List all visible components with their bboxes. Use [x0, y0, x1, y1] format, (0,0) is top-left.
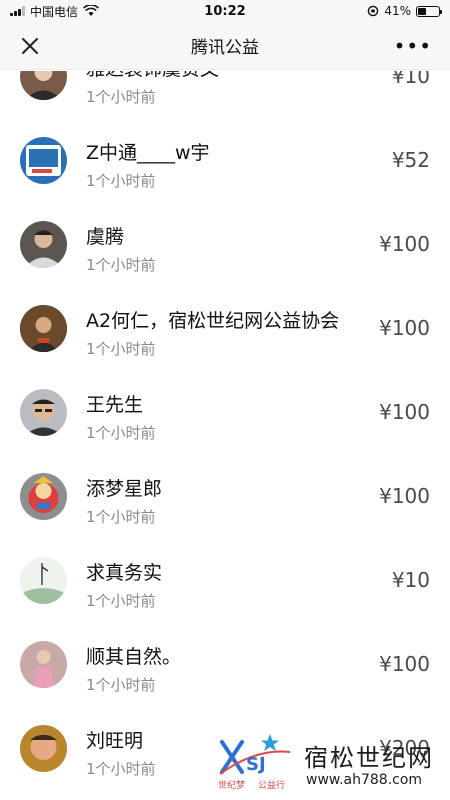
- donor-name: 顺其自然。: [86, 646, 182, 668]
- donor-name: 求真务实: [86, 562, 163, 584]
- donor-row[interactable]: 求真务实 1个小时前 ¥10: [0, 538, 450, 622]
- donor-row[interactable]: Z中通____w宇 1个小时前 ¥52: [0, 118, 450, 202]
- donation-time: 1个小时前: [86, 340, 156, 358]
- donor-row[interactable]: 添梦星郎 1个小时前 ¥100: [0, 454, 450, 538]
- nav-bar: 腾讯公益 •••: [0, 22, 450, 70]
- donation-amount: ¥100: [379, 316, 430, 340]
- battery-icon: [416, 5, 442, 17]
- avatar: [20, 473, 67, 520]
- signal-icon: [10, 6, 25, 16]
- donor-row[interactable]: A2何仁，宿松世纪网公益协会 1个小时前 ¥100: [0, 286, 450, 370]
- donation-amount: ¥100: [379, 400, 430, 424]
- avatar: [20, 71, 67, 100]
- donation-amount: ¥100: [379, 484, 430, 508]
- avatar: [20, 137, 67, 184]
- donation-amount: ¥100: [379, 652, 430, 676]
- status-bar-right: 41%: [367, 4, 442, 18]
- page-title: 腾讯公益: [191, 38, 259, 58]
- donation-amount: ¥10: [391, 568, 430, 592]
- donation-amount: ¥10: [391, 71, 430, 88]
- donation-amount: ¥200: [379, 736, 430, 760]
- donor-list-content: 雅达装饰虞贤文 1个小时前 ¥10 Z中通____w宇 1个小时前 ¥52 虞腾 1个小时前 ¥…: [0, 71, 450, 790]
- donation-amount: ¥100: [379, 232, 430, 256]
- donation-time: 1个小时前: [86, 508, 156, 526]
- carrier-label: 中国电信: [30, 4, 79, 19]
- avatar: [20, 557, 67, 604]
- donor-name: Z中通____w宇: [86, 142, 210, 164]
- close-icon[interactable]: [18, 34, 42, 58]
- donor-name: 王先生: [86, 394, 144, 416]
- battery-percent: 41%: [384, 4, 411, 18]
- avatar: [20, 641, 67, 688]
- avatar: [20, 725, 67, 772]
- donation-time: 1个小时前: [86, 760, 156, 778]
- donor-row[interactable]: 雅达装饰虞贤文 1个小时前 ¥10: [0, 71, 450, 118]
- donor-row[interactable]: 刘旺明 1个小时前 ¥200: [0, 706, 450, 790]
- more-icon[interactable]: •••: [394, 36, 432, 56]
- donation-time: 1个小时前: [86, 256, 156, 274]
- donation-time: 1个小时前: [86, 676, 156, 694]
- donation-time: 1个小时前: [86, 172, 156, 190]
- donation-time: 1个小时前: [86, 424, 156, 442]
- avatar: [20, 305, 67, 352]
- donor-row[interactable]: 顺其自然。 1个小时前 ¥100: [0, 622, 450, 706]
- avatar: [20, 389, 67, 436]
- orientation-lock-icon: [368, 5, 379, 17]
- avatar: [20, 221, 67, 268]
- donation-amount: ¥52: [391, 148, 430, 172]
- donor-name: 刘旺明: [86, 730, 144, 752]
- status-bar: 中国电信 10:22 41%: [0, 0, 450, 22]
- donor-row[interactable]: 虞腾 1个小时前 ¥100: [0, 202, 450, 286]
- battery-level: [418, 7, 427, 15]
- donation-time: 1个小时前: [86, 592, 156, 610]
- wifi-icon: [83, 5, 99, 16]
- donor-list[interactable]: 雅达装饰虞贤文 1个小时前 ¥10 Z中通____w宇 1个小时前 ¥52 虞腾 1个小时前 ¥…: [0, 71, 450, 800]
- donor-name: A2何仁，宿松世纪网公益协会: [86, 310, 340, 332]
- donor-name: 虞腾: [86, 226, 125, 248]
- donation-time: 1个小时前: [86, 88, 156, 106]
- donor-name: 添梦星郎: [86, 478, 163, 500]
- donor-name: 雅达装饰虞贤文: [86, 71, 219, 81]
- status-bar-left: 中国电信: [10, 3, 99, 20]
- donor-row[interactable]: 王先生 1个小时前 ¥100: [0, 370, 450, 454]
